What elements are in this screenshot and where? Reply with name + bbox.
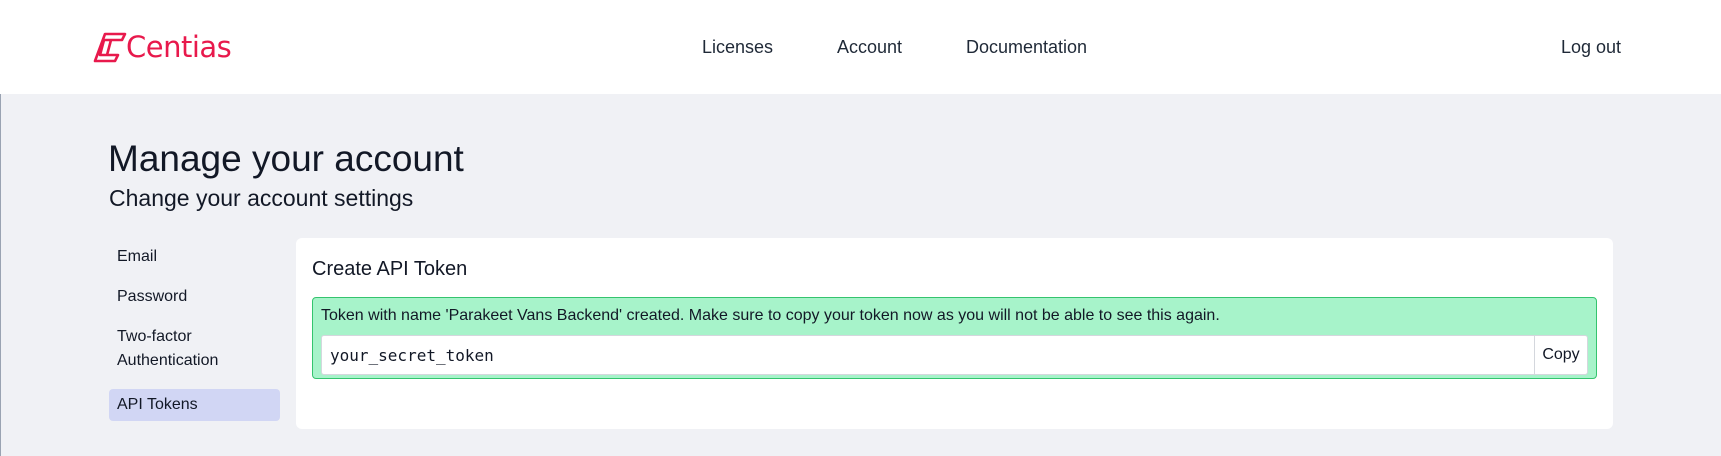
nav-licenses-link[interactable]: Licenses: [702, 36, 773, 58]
top-header: Centias Licenses Account Documentation L…: [0, 0, 1721, 94]
page-title: Manage your account: [108, 138, 464, 179]
alert-message: Token with name 'Parakeet Vans Backend' …: [321, 307, 1220, 324]
token-copy-group: Copy: [321, 335, 1588, 375]
centias-logo-icon: [93, 32, 127, 62]
brand-logo[interactable]: Centias: [92, 29, 232, 64]
sidebar-item-email[interactable]: Email: [109, 241, 280, 273]
copy-button[interactable]: Copy: [1534, 335, 1588, 375]
page-subtitle: Change your account settings: [109, 185, 414, 211]
logout-link[interactable]: Log out: [1561, 36, 1621, 58]
nav-documentation-link[interactable]: Documentation: [966, 36, 1087, 58]
nav-account-link[interactable]: Account: [837, 36, 902, 58]
token-input[interactable]: [321, 335, 1534, 375]
token-created-alert: Token with name 'Parakeet Vans Backend' …: [312, 297, 1597, 379]
sidebar-item-two-factor-authentication[interactable]: Two-factor Authentication: [109, 321, 280, 377]
panel-title: Create API Token: [312, 258, 468, 280]
create-api-token-panel: Create API Token Token with name 'Parake…: [296, 238, 1613, 429]
sidebar-item-password[interactable]: Password: [109, 281, 280, 313]
sidebar-item-api-tokens[interactable]: API Tokens: [109, 389, 280, 421]
brand-name: Centias: [126, 29, 232, 64]
